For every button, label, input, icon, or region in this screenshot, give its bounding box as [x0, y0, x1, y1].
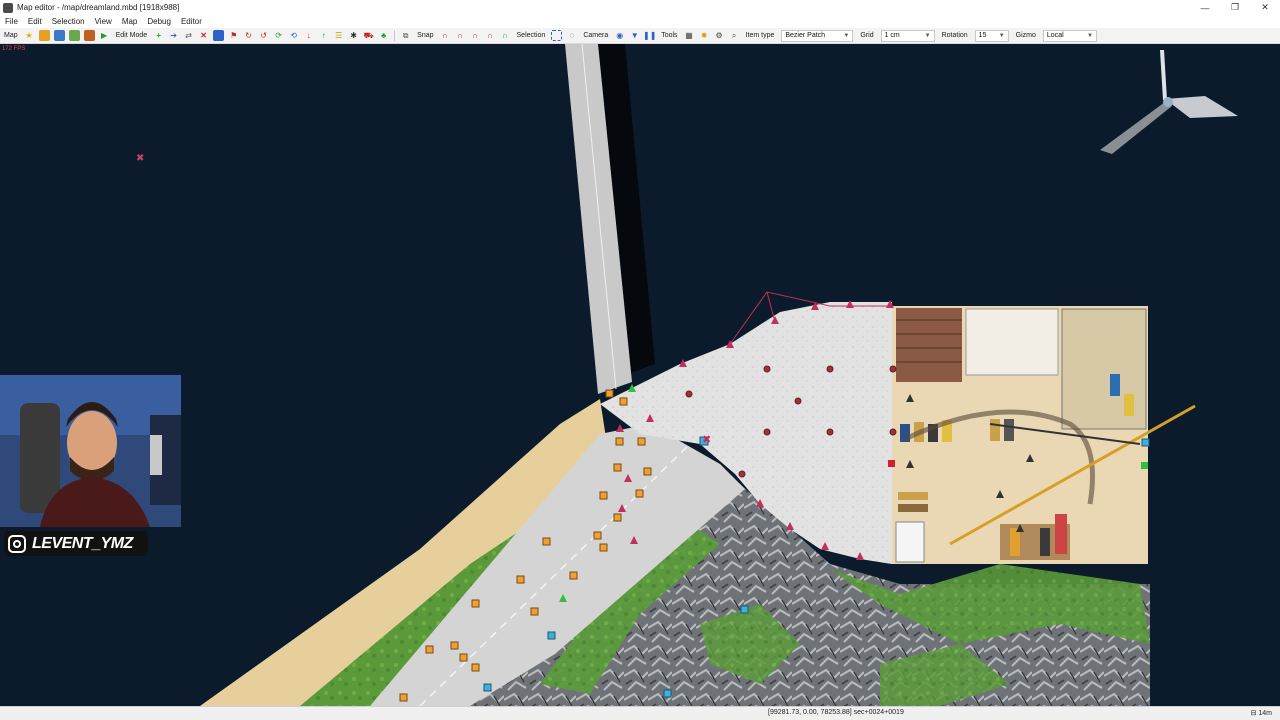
toolbar: Map ★ ▶ Edit Mode + ➔ ⇄ ✕ ⚑ ↻ ↺ ⟳ ⟲ ↓ ↑ … — [0, 28, 1280, 44]
menu-editor[interactable]: Editor — [176, 17, 207, 26]
properties-icon[interactable] — [213, 30, 225, 41]
tree-icon[interactable]: ♣ — [378, 30, 389, 41]
save-icon[interactable] — [53, 30, 65, 41]
maximize-button[interactable]: ❐ — [1220, 0, 1250, 15]
grid-value: 1 cm — [884, 32, 900, 39]
play-icon[interactable]: ▶ — [99, 30, 110, 41]
instagram-handle: LEVENT_YMZ — [32, 534, 133, 552]
item-type-label: Item type — [745, 32, 775, 39]
chevron-down-icon: ▼ — [998, 32, 1005, 39]
box-select-icon[interactable] — [551, 30, 563, 41]
open-folder-icon[interactable] — [38, 30, 50, 41]
rotation-select[interactable]: 15 ▼ — [974, 29, 1009, 42]
gizmo-label: Gizmo — [1015, 32, 1036, 39]
vehicle-icon[interactable]: ⛟ — [363, 30, 374, 41]
filter-icon[interactable]: ▼ — [629, 30, 640, 41]
item-type-select[interactable]: Bezier Patch ▼ — [781, 29, 854, 42]
gizmo-cross[interactable]: ✖ — [702, 433, 711, 446]
arrow-down-icon[interactable]: ↓ — [303, 30, 314, 41]
pause-icon[interactable]: ❚❚ — [643, 30, 656, 41]
instagram-icon — [8, 534, 26, 553]
redo-icon[interactable]: ⟲ — [288, 30, 299, 41]
magnet-terrain-icon[interactable]: ∩ — [500, 30, 511, 41]
magnet-grid-icon[interactable]: ∩ — [485, 30, 496, 41]
minimize-button[interactable]: — — [1190, 0, 1220, 15]
light-icon[interactable]: ✹ — [699, 30, 710, 41]
delete-icon[interactable]: ✕ — [198, 30, 209, 41]
cursor-coordinates: [99281.73, 0.00, 78253.88] sec+0024+0019 — [768, 709, 904, 716]
grid-icon[interactable]: ▦ — [684, 30, 695, 41]
arrow-up-icon[interactable]: ↑ — [318, 30, 329, 41]
gizmo-select[interactable]: Local ▼ — [1042, 29, 1097, 42]
rotation-value: 15 — [978, 32, 987, 39]
edit-mode-button[interactable]: Edit Mode — [112, 32, 152, 39]
app-icon — [3, 2, 13, 13]
close-button[interactable]: ✕ — [1250, 0, 1280, 15]
camera-button[interactable]: Camera — [579, 32, 612, 39]
magnet-edge-icon[interactable]: ∩ — [470, 30, 481, 41]
flag-icon[interactable]: ⚑ — [228, 30, 239, 41]
webcam-feed — [0, 375, 181, 527]
window-title: Map editor - /map/dreamland.mbd [1918x98… — [17, 3, 180, 12]
session-time-value: 14m — [1258, 710, 1272, 717]
rotate-left-icon[interactable]: ↺ — [258, 30, 269, 41]
link-icon[interactable]: ⇄ — [183, 30, 194, 41]
spawn-marker[interactable]: ✖ — [136, 153, 144, 164]
rotate-icon[interactable]: ↻ — [243, 30, 254, 41]
magnet-node-icon[interactable]: ∩ — [455, 30, 466, 41]
selection-button[interactable]: Selection — [513, 32, 550, 39]
snap-icon[interactable]: ⧉ — [400, 30, 411, 41]
import-icon[interactable] — [83, 30, 95, 41]
add-icon[interactable]: + — [153, 30, 164, 41]
prefab-icon[interactable]: ✱ — [348, 30, 359, 41]
session-time: ⊟ 14m — [1251, 709, 1272, 717]
refresh-icon[interactable]: ⟳ — [273, 30, 284, 41]
webcam-overlay — [0, 375, 181, 527]
rotation-label: Rotation — [941, 32, 968, 39]
grid-label: Grid — [860, 32, 874, 39]
chevron-down-icon: ▼ — [1086, 32, 1093, 39]
white-building — [965, 308, 1059, 376]
menu-file[interactable]: File — [0, 17, 23, 26]
gear-icon[interactable]: ⚙ — [714, 30, 725, 41]
lasso-icon[interactable]: ◌ — [566, 30, 577, 41]
tools-button[interactable]: Tools — [657, 32, 681, 39]
globe-icon[interactable]: ◉ — [614, 30, 625, 41]
export-icon[interactable] — [68, 30, 80, 41]
toolbar-separator — [394, 30, 396, 41]
status-bar: [99281.73, 0.00, 78253.88] sec+0024+0019… — [0, 706, 1280, 720]
snap-button[interactable]: Snap — [413, 32, 437, 39]
chevron-down-icon: ▼ — [924, 32, 931, 39]
window-controls: — ❐ ✕ — [1190, 0, 1280, 15]
gizmo-value: Local — [1046, 32, 1064, 39]
scene-render[interactable]: ✖ ✖ — [0, 44, 1280, 706]
chevron-down-icon: ▼ — [843, 32, 850, 39]
menu-bar: File Edit Selection View Map Debug Edito… — [0, 15, 1280, 28]
star-icon[interactable]: ★ — [24, 30, 35, 41]
menu-map[interactable]: Map — [117, 17, 143, 26]
item-type-value: Bezier Patch — [785, 32, 826, 39]
menu-view[interactable]: View — [90, 17, 117, 26]
move-icon[interactable]: ➔ — [168, 30, 179, 41]
title-bar: Map editor - /map/dreamland.mbd [1918x98… — [0, 0, 1280, 15]
instagram-badge: LEVENT_YMZ — [4, 531, 148, 556]
red-marker[interactable] — [888, 460, 895, 467]
menu-edit[interactable]: Edit — [23, 17, 47, 26]
menu-selection[interactable]: Selection — [47, 17, 90, 26]
magnet-icon[interactable]: ∩ — [440, 30, 451, 41]
menu-debug[interactable]: Debug — [142, 17, 176, 26]
fps-counter: 172 FPS — [2, 46, 26, 52]
map-menu-button[interactable]: Map — [0, 32, 22, 39]
search-icon[interactable]: ⌕ — [729, 30, 740, 41]
map-viewport[interactable]: ✖ ✖ 172 FPS — [0, 44, 1280, 706]
road-icon[interactable]: ☰ — [333, 30, 344, 41]
grid-select[interactable]: 1 cm ▼ — [880, 29, 935, 42]
